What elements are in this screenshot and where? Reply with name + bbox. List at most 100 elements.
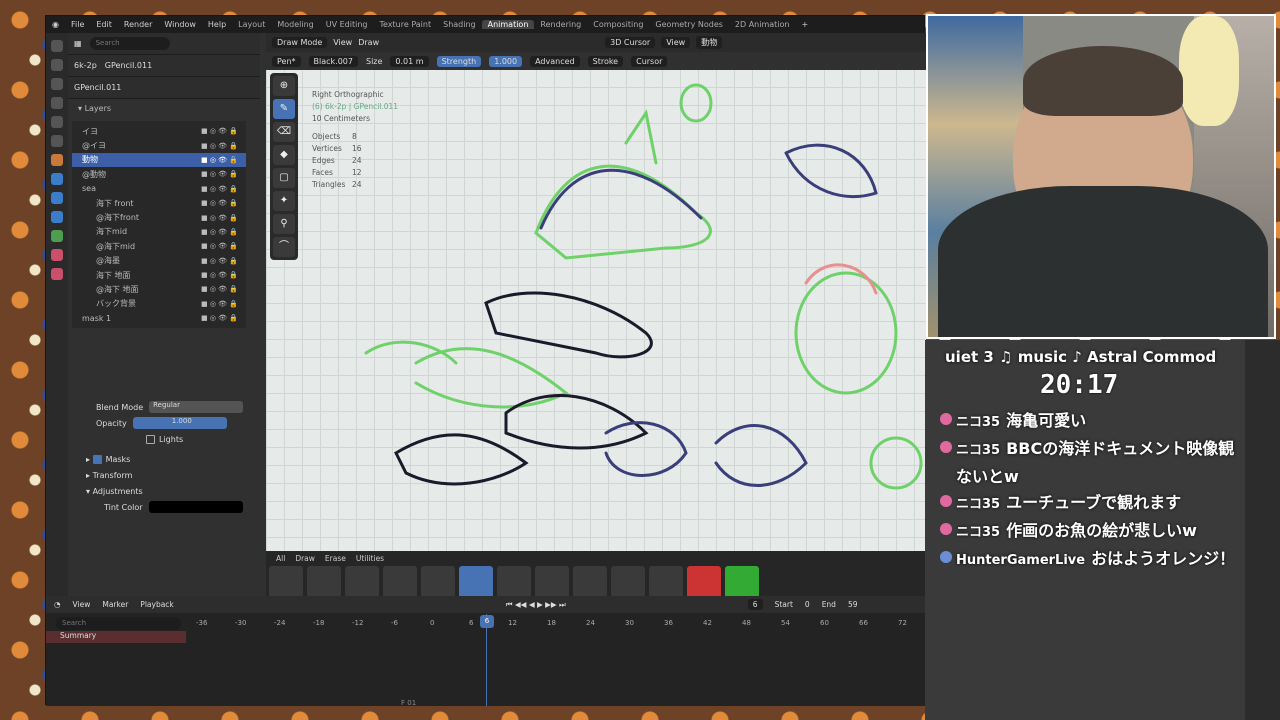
layer-row[interactable]: @海下 地面 ■ ◎ 👁 🔒	[72, 282, 246, 296]
draw-menu[interactable]: Draw	[358, 38, 379, 47]
texture-tab-icon[interactable]	[51, 268, 63, 280]
tab-layout[interactable]: Layout	[232, 20, 271, 29]
tab-shading[interactable]: Shading	[437, 20, 482, 29]
layer-row[interactable]: 海下 地面 ■ ◎ 👁 🔒	[72, 268, 246, 282]
brush-thumb[interactable]	[307, 566, 341, 598]
brush-thumb[interactable]	[535, 566, 569, 598]
marker-menu[interactable]: Marker	[102, 600, 128, 609]
tab-uv-editing[interactable]: UV Editing	[320, 20, 374, 29]
modifier-tab-icon[interactable]	[51, 173, 63, 185]
masks-row[interactable]: ▸ Masks	[46, 451, 260, 467]
channel-search[interactable]: Search	[56, 617, 181, 630]
data-tab-icon[interactable]	[51, 230, 63, 242]
search-input[interactable]: Search	[89, 37, 170, 50]
frame-ruler[interactable]: -36 -30 -24 -18 -12 -6 0 6 12 18 24 30 36 42 48 54 60 66 7…	[186, 617, 926, 629]
layer-visibility-icons[interactable]: ■ ◎ 👁 🔒	[201, 199, 238, 207]
layer-visibility-icons[interactable]: ■ ◎ 👁 🔒	[201, 185, 238, 193]
layer-row[interactable]: 海下mid ■ ◎ 👁 🔒	[72, 225, 246, 239]
output-tab-icon[interactable]	[51, 78, 63, 90]
render-tab-icon[interactable]	[51, 59, 63, 71]
size-field[interactable]: 0.01 m	[390, 55, 429, 67]
tab-rendering[interactable]: Rendering	[534, 20, 587, 29]
add-workspace-icon[interactable]: +	[795, 20, 814, 29]
fill-tool-icon[interactable]: ◆	[273, 145, 295, 165]
stroke-menu[interactable]: Stroke	[587, 55, 624, 67]
layers-section-header[interactable]: ▾ Layers	[68, 99, 260, 117]
physics-tab-icon[interactable]	[51, 192, 63, 204]
brush-thumb[interactable]	[383, 566, 417, 598]
end-field[interactable]: 59	[848, 600, 858, 609]
layer-visibility-icons[interactable]: ■ ◎ 👁 🔒	[201, 142, 238, 150]
lights-checkbox[interactable]	[146, 434, 155, 444]
tool-tab-icon[interactable]	[51, 40, 63, 52]
layer-row[interactable]: @イヨ ■ ◎ 👁 🔒	[72, 138, 246, 152]
eyedropper-tool-icon[interactable]: ⚲	[273, 214, 295, 234]
view-menu[interactable]: View	[73, 600, 91, 609]
view-menu[interactable]: View	[333, 38, 352, 47]
world-tab-icon[interactable]	[51, 135, 63, 147]
draw-tool-icon[interactable]: ✎	[273, 99, 295, 119]
layer-visibility-icons[interactable]: ■ ◎ 👁 🔒	[201, 170, 238, 178]
layer-row[interactable]: sea ■ ◎ 👁 🔒	[72, 182, 246, 196]
cursor-menu[interactable]: Cursor	[631, 55, 668, 67]
brush-select[interactable]: Pen*	[272, 55, 301, 67]
layer-visibility-icons[interactable]: ■ ◎ 👁 🔒	[201, 285, 238, 293]
brush-thumb[interactable]	[269, 566, 303, 598]
layer-visibility-icons[interactable]: ■ ◎ 👁 🔒	[201, 242, 238, 250]
layer-visibility-icons[interactable]: ■ ◎ 👁 🔒	[201, 127, 238, 135]
menu-window[interactable]: Window	[158, 20, 202, 29]
layer-visibility-icons[interactable]: ■ ◎ 👁 🔒	[201, 228, 238, 236]
editor-type-icon[interactable]: ▦	[74, 39, 82, 48]
layer-row[interactable]: イヨ ■ ◎ 👁 🔒	[72, 124, 246, 138]
menu-file[interactable]: File	[65, 20, 90, 29]
layer-visibility-icons[interactable]: ■ ◎ 👁 🔒	[201, 257, 238, 265]
tab-erase[interactable]: Erase	[325, 554, 346, 563]
editor-type-icon[interactable]: ◔	[54, 600, 61, 609]
playback-controls[interactable]: ⏮ ◀◀ ◀ ▶ ▶▶ ⏭	[506, 600, 566, 610]
playback-menu[interactable]: Playback	[140, 600, 173, 609]
brush-thumb[interactable]	[459, 566, 493, 598]
layer-row[interactable]: @海下front ■ ◎ 👁 🔒	[72, 210, 246, 224]
brush-thumb[interactable]	[421, 566, 455, 598]
advanced-menu[interactable]: Advanced	[530, 55, 580, 67]
layer-visibility-icons[interactable]: ■ ◎ 👁 🔒	[201, 214, 238, 222]
collection-select[interactable]: 動物	[696, 36, 723, 49]
curve-tool-icon[interactable]: ⌒	[273, 237, 295, 257]
start-field[interactable]: 0	[805, 600, 810, 609]
cursor-tool-icon[interactable]: ⊕	[273, 76, 295, 96]
mode-select[interactable]: Draw Mode	[272, 37, 328, 48]
current-frame-field[interactable]: 6	[747, 599, 763, 610]
tab-animation[interactable]: Animation	[481, 20, 535, 29]
view-select[interactable]: View	[661, 37, 691, 48]
layer-row[interactable]: 海下 front ■ ◎ 👁 🔒	[72, 196, 246, 210]
brush-thumb[interactable]	[725, 566, 759, 598]
opacity-slider[interactable]: 1.000	[132, 417, 227, 429]
constraints-tab-icon[interactable]	[51, 211, 63, 223]
layer-row[interactable]: mask 1 ■ ◎ 👁 🔒	[72, 311, 246, 325]
blend-mode-select[interactable]: Regular	[149, 401, 244, 413]
layer-row[interactable]: @動物 ■ ◎ 👁 🔒	[72, 167, 246, 181]
adjustments-row[interactable]: ▾ Adjustments	[46, 483, 260, 499]
tab-all[interactable]: All	[276, 554, 285, 563]
playhead-frame[interactable]: 6	[480, 615, 494, 628]
material-select[interactable]: Black.007	[308, 55, 358, 67]
tab-texture-paint[interactable]: Texture Paint	[373, 20, 437, 29]
menu-help[interactable]: Help	[202, 20, 232, 29]
tab-modeling[interactable]: Modeling	[271, 20, 319, 29]
summary-channel[interactable]: Summary	[46, 631, 186, 643]
brush-thumb[interactable]	[345, 566, 379, 598]
transform-row[interactable]: ▸ Transform	[46, 467, 260, 483]
layer-row[interactable]: バック背景 ■ ◎ 👁 🔒	[72, 297, 246, 311]
layer-visibility-icons[interactable]: ■ ◎ 👁 🔒	[201, 271, 238, 279]
tab-geometry-nodes[interactable]: Geometry Nodes	[649, 20, 728, 29]
view-layer-tab-icon[interactable]	[51, 97, 63, 109]
layer-visibility-icons[interactable]: ■ ◎ 👁 🔒	[201, 156, 238, 164]
tint-tool-icon[interactable]: ✦	[273, 191, 295, 211]
object-tab-icon[interactable]	[51, 154, 63, 166]
cursor-select[interactable]: 3D Cursor	[605, 37, 656, 48]
erase-tool-icon[interactable]: ⌫	[273, 122, 295, 142]
box-tool-icon[interactable]: ▢	[273, 168, 295, 188]
tab-draw[interactable]: Draw	[295, 554, 315, 563]
blender-logo-icon[interactable]: ◉	[46, 20, 65, 29]
layer-visibility-icons[interactable]: ■ ◎ 👁 🔒	[201, 300, 238, 308]
